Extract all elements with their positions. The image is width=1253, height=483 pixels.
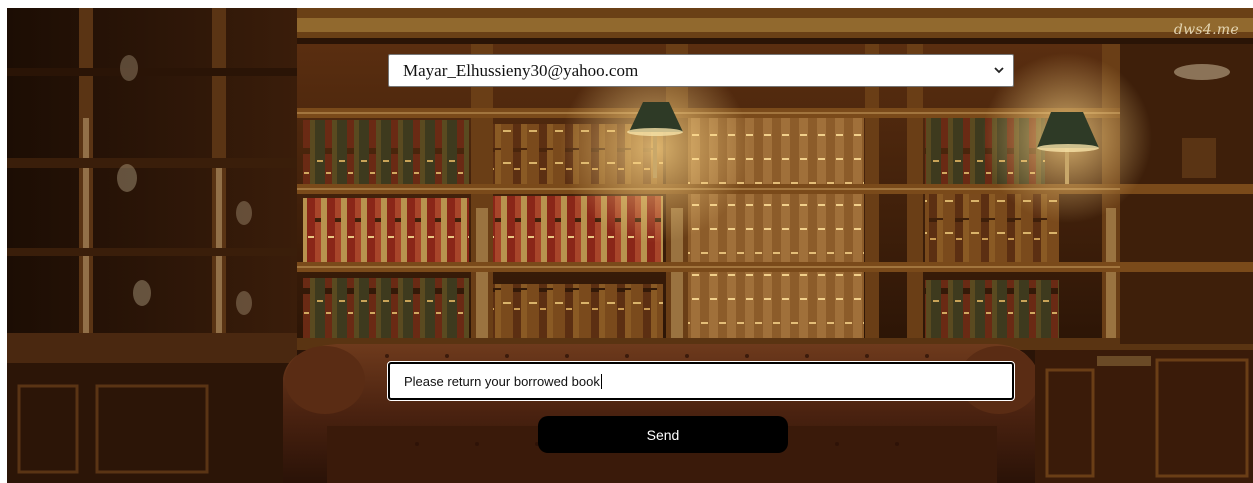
message-input[interactable]: Please return your borrowed book <box>387 361 1015 401</box>
library-background-screen: dws4.me Mayar_Elhussieny30@yahoo.com Ple… <box>7 8 1253 483</box>
recipient-email-value: Mayar_Elhussieny30@yahoo.com <box>403 60 639 80</box>
text-caret <box>600 373 602 389</box>
send-button[interactable]: Send <box>538 416 788 453</box>
message-input-value: Please return your borrowed book <box>404 373 600 389</box>
watermark-text: dws4.me <box>1173 22 1239 38</box>
recipient-email-select[interactable]: Mayar_Elhussieny30@yahoo.com <box>388 54 1014 87</box>
chevron-down-icon <box>993 65 1005 77</box>
